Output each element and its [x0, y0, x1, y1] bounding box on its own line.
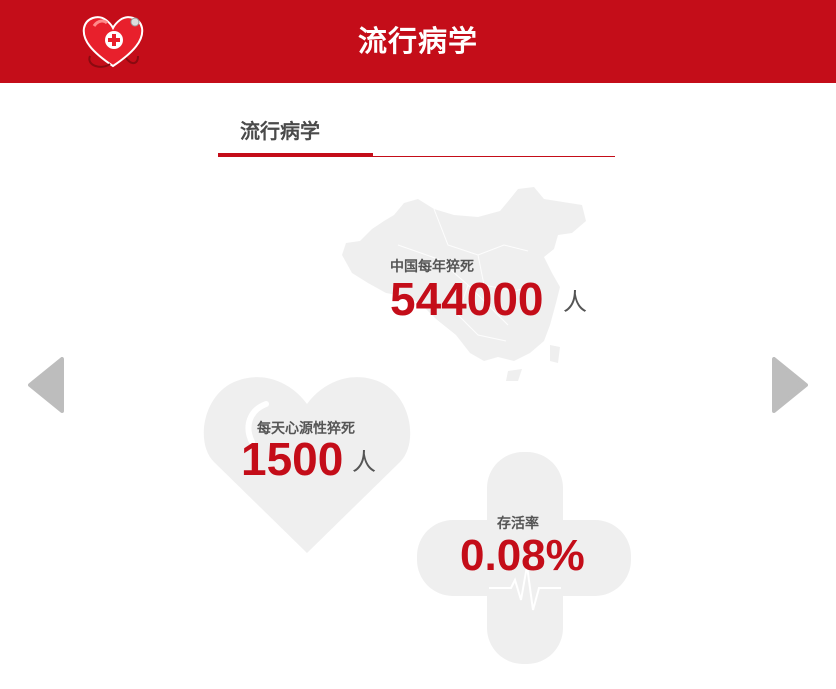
section-tab-title[interactable]: 流行病学 [240, 115, 320, 144]
survival-rate-value: 0.08% [460, 531, 585, 580]
app-header: 流行病学 [0, 0, 836, 83]
tab-active-indicator [218, 153, 373, 157]
chevron-left-icon[interactable] [28, 357, 66, 413]
china-sudden-death-value: 544000 [390, 273, 544, 325]
header-title: 流行病学 [357, 24, 478, 58]
survival-rate-label: 存活率 [497, 516, 539, 532]
china-sudden-death-unit: 人 [563, 288, 587, 316]
chevron-right-icon[interactable] [770, 357, 808, 413]
daily-cardiac-death-unit: 人 [352, 448, 376, 476]
daily-cardiac-death-value: 1500 [241, 433, 344, 485]
